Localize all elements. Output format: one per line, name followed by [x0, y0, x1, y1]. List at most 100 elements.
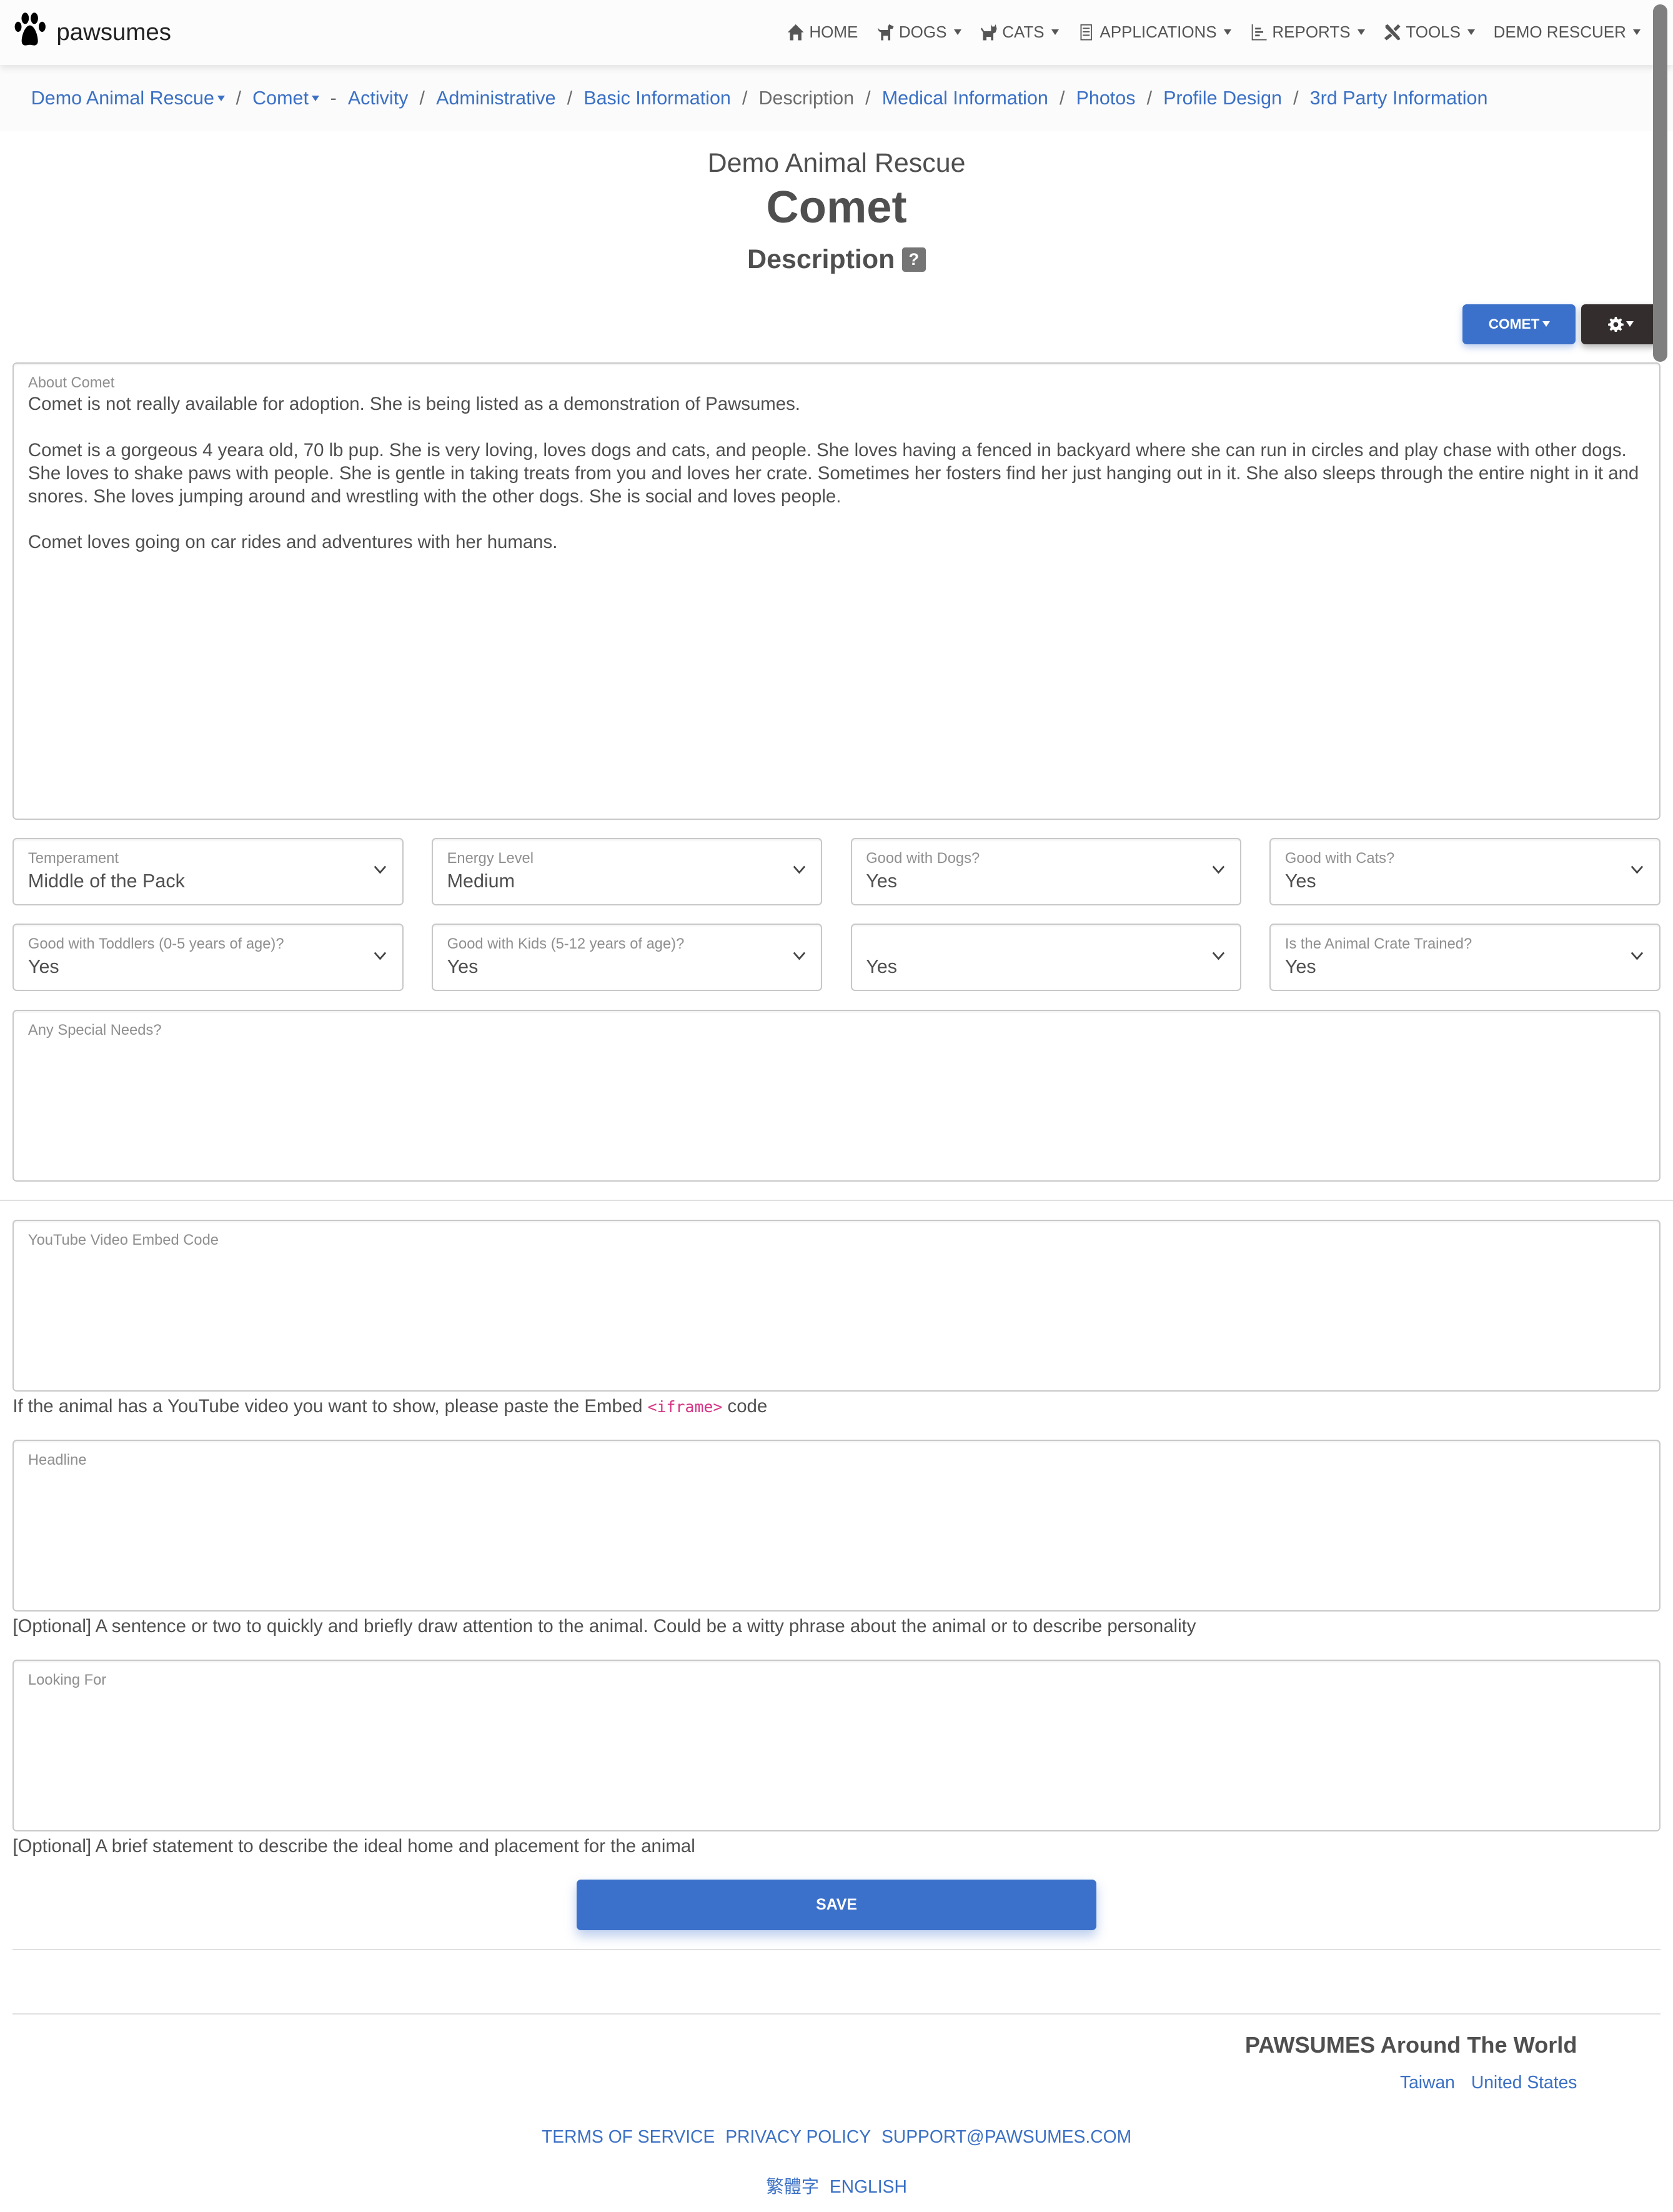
nav-cats-label: CATS — [1002, 22, 1045, 42]
paw-icon — [12, 11, 52, 54]
temperament-select[interactable]: Temperament Middle of the Pack — [12, 838, 404, 906]
org-title: Demo Animal Rescue — [707, 148, 966, 179]
action-bar: COMET — [0, 304, 1673, 344]
headline-help-text: [Optional] A sentence or two to quickly … — [12, 1615, 1196, 1637]
trait-selects: Temperament Middle of the Pack Energy Le… — [12, 838, 1661, 992]
chevron-down-icon — [793, 865, 806, 874]
breadcrumb-animal-label: Comet — [252, 87, 309, 109]
headline-textarea[interactable]: Headline — [12, 1439, 1661, 1612]
breadcrumb-3rd-party-information[interactable]: 3rd Party Information — [1310, 87, 1488, 109]
looking-for-textarea[interactable]: Looking For — [12, 1659, 1661, 1832]
footer-divider — [12, 2013, 1661, 2015]
nav-cats[interactable]: CATS — [980, 22, 1059, 42]
cat-icon — [980, 24, 997, 41]
breadcrumb: Demo Animal Rescue / Comet - Activity / … — [0, 64, 1673, 132]
unlabeled-select[interactable]: Yes — [850, 924, 1242, 992]
temperament-value: Middle of the Pack — [27, 870, 185, 892]
breadcrumb-profile-design[interactable]: Profile Design — [1163, 87, 1282, 109]
nav-dogs[interactable]: DOGS — [876, 22, 961, 42]
nav-reports-label: REPORTS — [1272, 22, 1351, 42]
nav-user-menu[interactable]: DEMO RESCUER — [1494, 22, 1641, 42]
caret-down-icon — [1357, 29, 1365, 36]
save-wrapper: SAVE — [12, 1879, 1660, 1931]
energy-level-value: Medium — [447, 870, 515, 892]
caret-down-icon — [217, 95, 225, 101]
breadcrumb-medical-information[interactable]: Medical Information — [882, 87, 1048, 109]
support-email-link[interactable]: SUPPORT@PAWSUMES.COM — [881, 2126, 1131, 2146]
country-links: Taiwan United States — [0, 2072, 1577, 2093]
caret-down-icon — [311, 95, 319, 101]
good-with-kids-value: Yes — [447, 956, 479, 978]
country-link-united-states[interactable]: United States — [1471, 2072, 1577, 2092]
terms-of-service-link[interactable]: TERMS OF SERVICE — [542, 2126, 715, 2146]
youtube-help-text: If the animal has a YouTube video you wa… — [12, 1396, 1660, 1417]
language-links: 繁體字 ENGLISH — [0, 2173, 1673, 2198]
energy-level-select[interactable]: Energy Level Medium — [431, 838, 823, 906]
good-with-cats-select[interactable]: Good with Cats? Yes — [1269, 838, 1661, 906]
caret-down-icon — [1626, 321, 1634, 327]
good-with-cats-label: Good with Cats? — [1284, 850, 1395, 867]
caret-down-icon — [1223, 29, 1231, 36]
breadcrumb-animal-dropdown[interactable]: Comet — [252, 87, 319, 109]
good-with-kids-select[interactable]: Good with Kids (5-12 years of age)? Yes — [431, 924, 823, 992]
main-menu: HOME DOGS CATS APPLICATIONS REPORTS TOOL… — [787, 22, 1661, 42]
special-needs-label: Any Special Needs? — [27, 1022, 162, 1039]
gear-icon — [1607, 316, 1624, 332]
caret-down-icon — [953, 29, 961, 36]
nav-applications[interactable]: APPLICATIONS — [1077, 22, 1231, 42]
energy-level-label: Energy Level — [447, 850, 534, 867]
breadcrumb-separator: / — [1146, 87, 1153, 109]
breadcrumb-activity[interactable]: Activity — [348, 87, 409, 109]
caret-down-icon — [1542, 321, 1550, 327]
special-needs-textarea[interactable]: Any Special Needs? — [12, 1009, 1661, 1182]
nav-home-label: HOME — [809, 22, 858, 42]
page: pawsumes HOME DOGS CATS APPLICATIONS REP… — [0, 0, 1673, 2198]
save-button[interactable]: SAVE — [577, 1879, 1096, 1931]
good-with-toddlers-label: Good with Toddlers (0-5 years of age)? — [27, 936, 284, 953]
unlabeled-select-value: Yes — [866, 956, 897, 978]
language-english[interactable]: ENGLISH — [830, 2176, 907, 2196]
breadcrumb-photos[interactable]: Photos — [1076, 87, 1136, 109]
brand-logo[interactable]: pawsumes — [12, 11, 171, 54]
breadcrumb-basic-information[interactable]: Basic Information — [583, 87, 731, 109]
breadcrumb-dash: - — [330, 87, 337, 109]
around-the-world: PAWSUMES Around The World Taiwan United … — [0, 2032, 1673, 2093]
animal-menu-button[interactable]: COMET — [1462, 304, 1576, 344]
brand-name: pawsumes — [56, 18, 171, 46]
nav-user-label: DEMO RESCUER — [1493, 22, 1626, 42]
breadcrumb-separator: / — [865, 87, 871, 109]
section-title: Description ? — [747, 244, 926, 275]
breadcrumb-org-label: Demo Animal Rescue — [31, 87, 214, 109]
help-icon[interactable]: ? — [901, 247, 926, 272]
temperament-label: Temperament — [27, 850, 119, 867]
chevron-down-icon — [1212, 952, 1224, 960]
good-with-toddlers-select[interactable]: Good with Toddlers (0-5 years of age)? Y… — [12, 924, 404, 992]
breadcrumb-separator: / — [419, 87, 425, 109]
settings-menu-button[interactable] — [1581, 304, 1661, 344]
good-with-kids-label: Good with Kids (5-12 years of age)? — [447, 936, 685, 953]
about-textarea[interactable]: About Comet Comet is not really availabl… — [12, 362, 1661, 820]
about-text: Comet is not really available for adopti… — [27, 394, 1639, 553]
crate-trained-select[interactable]: Is the Animal Crate Trained? Yes — [1269, 924, 1661, 992]
nav-reports[interactable]: REPORTS — [1249, 22, 1365, 42]
breadcrumb-description-current: Description — [758, 87, 855, 109]
breadcrumb-org-dropdown[interactable]: Demo Animal Rescue — [31, 87, 225, 109]
breadcrumb-separator: / — [1059, 87, 1065, 109]
breadcrumb-administrative[interactable]: Administrative — [436, 87, 556, 109]
section-title-label: Description — [747, 244, 895, 274]
around-the-world-title: PAWSUMES Around The World — [1244, 2031, 1577, 2058]
country-link-taiwan[interactable]: Taiwan — [1400, 2072, 1455, 2092]
chart-icon — [1251, 24, 1267, 41]
nav-tools[interactable]: TOOLS — [1383, 22, 1476, 42]
chevron-down-icon — [1631, 865, 1644, 874]
privacy-policy-link[interactable]: PRIVACY POLICY — [725, 2126, 871, 2146]
nav-home[interactable]: HOME — [787, 22, 858, 42]
crate-trained-value: Yes — [1284, 956, 1316, 978]
youtube-embed-textarea[interactable]: YouTube Video Embed Code — [12, 1219, 1661, 1392]
good-with-toddlers-value: Yes — [27, 956, 59, 978]
language-traditional-chinese[interactable]: 繁體字 — [766, 2176, 819, 2196]
good-with-dogs-select[interactable]: Good with Dogs? Yes — [850, 838, 1242, 906]
chevron-down-icon — [1212, 865, 1224, 874]
footer-links: TERMS OF SERVICE PRIVACY POLICY SUPPORT@… — [0, 2126, 1673, 2147]
page-scrollbar[interactable] — [1653, 4, 1668, 362]
